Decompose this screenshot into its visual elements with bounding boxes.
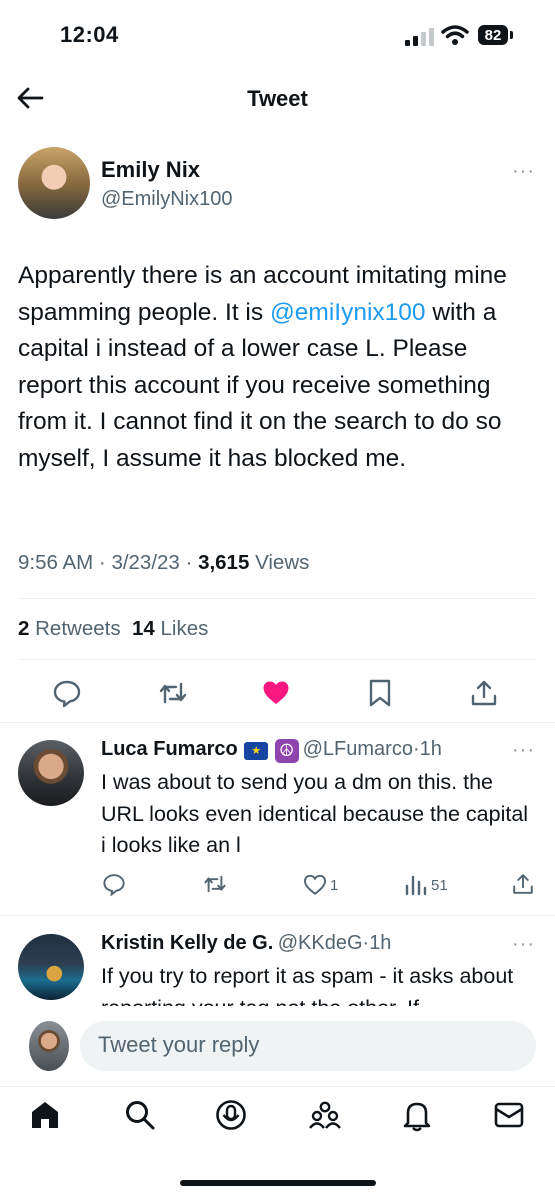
reply-header: Luca Fumarco ★ ☮ @LFumarco·1h — [101, 738, 442, 763]
cellular-signal-icon — [405, 28, 434, 46]
divider — [0, 915, 555, 916]
reply-text-clip: If you try to report it as spam - it ask… — [101, 961, 541, 1007]
eu-flag-icon: ★ — [244, 741, 269, 760]
reply-actions: 1 51 — [0, 870, 555, 900]
divider — [0, 1086, 555, 1087]
peace-icon: ☮ — [274, 738, 299, 763]
notifications-bell-icon[interactable] — [400, 1098, 434, 1132]
reply-author-handle[interactable]: @LFumarco — [303, 738, 413, 760]
reply-avatar[interactable] — [18, 740, 84, 806]
views-label: Views — [255, 551, 310, 574]
reply-text: I was about to send you a dm on this. th… — [101, 770, 529, 857]
reply-like-count: 1 — [330, 876, 339, 894]
reply-separator: · — [412, 738, 420, 760]
reply-avatar[interactable] — [18, 934, 84, 1000]
tweet-text: Apparently there is an account imitating… — [18, 258, 538, 477]
battery-indicator: 82 — [478, 25, 508, 45]
author-handle[interactable]: @EmilyNix100 — [101, 188, 232, 211]
reply-views-count: 51 — [431, 876, 448, 894]
views-chart-icon[interactable] — [404, 873, 428, 897]
author-name[interactable]: Emily Nix — [101, 157, 200, 183]
tweet-date: 3/23/23 — [111, 551, 180, 574]
tweet-meta: 9:56 AM · 3/23/23 · 3,615 Views — [18, 551, 310, 574]
reply-reply-icon[interactable] — [102, 872, 126, 896]
share-icon[interactable] — [469, 678, 499, 708]
reply-author-handle[interactable]: @KKdeG — [278, 932, 363, 954]
reply-time: 1h — [419, 738, 442, 760]
reply-icon[interactable] — [52, 678, 82, 708]
divider — [0, 722, 555, 723]
reply-text: If you try to report it as spam - it ask… — [101, 964, 514, 1007]
reply-share-icon[interactable] — [511, 872, 535, 896]
communities-icon[interactable] — [308, 1098, 342, 1132]
divider — [18, 659, 537, 660]
reply-more-icon[interactable]: ··· — [512, 739, 535, 762]
home-indicator — [180, 1180, 376, 1186]
engagement-stats: 2 Retweets 14 Likes — [18, 617, 208, 641]
wifi-icon — [441, 25, 469, 45]
page-title: Tweet — [247, 86, 308, 111]
battery-nub — [510, 31, 513, 39]
author-avatar[interactable] — [18, 147, 90, 219]
retweet-icon[interactable] — [158, 678, 188, 708]
retweets-label[interactable]: Retweets — [35, 617, 120, 640]
likes-label[interactable]: Likes — [161, 617, 209, 640]
retweets-count[interactable]: 2 — [18, 617, 29, 640]
reply-time: 1h — [369, 932, 392, 954]
reply-like[interactable]: 1 — [303, 873, 338, 897]
search-icon[interactable] — [123, 1098, 157, 1132]
status-time: 12:04 — [60, 22, 119, 47]
spaces-icon[interactable] — [214, 1098, 248, 1132]
reply-header: Kristin Kelly de G. @KKdeG·1h — [101, 932, 391, 955]
messages-envelope-icon[interactable] — [492, 1098, 526, 1132]
tweet-time: 9:56 AM — [18, 551, 94, 574]
reply-retweet-icon[interactable] — [203, 872, 227, 896]
like-icon[interactable] — [261, 678, 291, 708]
more-options-icon[interactable]: ··· — [512, 160, 535, 183]
reply-placeholder: Tweet your reply — [98, 1032, 260, 1057]
reply-views[interactable]: 51 — [404, 873, 448, 897]
reply-more-icon[interactable]: ··· — [512, 933, 535, 956]
divider — [18, 598, 537, 599]
current-user-avatar[interactable] — [29, 1021, 69, 1071]
reply-author-name[interactable]: Kristin Kelly de G. — [101, 932, 273, 954]
views-count: 3,615 — [198, 551, 250, 574]
bookmark-icon[interactable] — [365, 678, 395, 708]
likes-count[interactable]: 14 — [132, 617, 155, 640]
home-icon[interactable] — [28, 1098, 62, 1132]
mention-link[interactable]: @emiIynix100 — [270, 299, 426, 326]
reply-like-icon[interactable] — [303, 873, 327, 897]
reply-author-name[interactable]: Luca Fumarco — [101, 738, 238, 760]
